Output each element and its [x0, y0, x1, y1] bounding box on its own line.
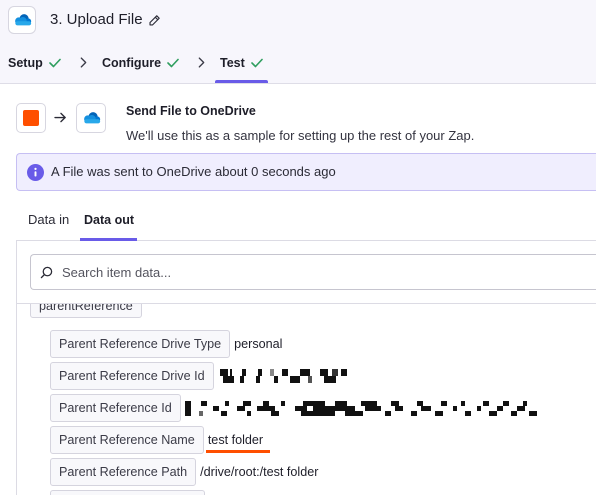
check-icon	[48, 58, 61, 68]
check-icon	[167, 58, 179, 68]
data-value: /drive/root:/test folder	[200, 465, 319, 479]
tab-label: Configure	[102, 56, 162, 70]
success-banner: A File was sent to OneDrive about 0 seco…	[16, 153, 596, 191]
data-key-chip: Parent Reference Path	[50, 458, 197, 486]
pencil-icon	[148, 14, 160, 26]
data-row: Parent Reference Id	[50, 394, 537, 422]
data-key-chip-partial	[50, 490, 205, 495]
search-input[interactable]	[30, 254, 596, 290]
highlighted-value: test folder	[205, 426, 271, 454]
tab-setup[interactable]: Setup	[8, 55, 61, 71]
highlight-underline	[205, 450, 271, 453]
redacted-value	[184, 400, 537, 416]
chevron-right-icon	[80, 57, 87, 68]
step-header: 3. Upload File Setup Configure Test	[0, 0, 596, 84]
chevron-right-icon	[198, 57, 205, 68]
data-group-chip[interactable]: parentReference	[30, 304, 142, 318]
data-tree-viewport[interactable]: parentReference Parent Reference Drive T…	[17, 304, 596, 495]
data-key-chip: Parent Reference Drive Id	[50, 362, 214, 390]
step-title[interactable]: 3. Upload File	[50, 11, 143, 29]
tab-data-out[interactable]: Data out	[84, 212, 134, 228]
data-key-chip: Parent Reference Name	[50, 426, 204, 454]
data-key-chip: Parent Reference Drive Type	[50, 330, 231, 358]
tab-data-in[interactable]: Data in	[28, 212, 69, 228]
tab-label: Test	[220, 56, 245, 70]
arrow-right-icon	[54, 112, 66, 123]
search-icon	[40, 266, 53, 279]
redacted-value	[219, 369, 347, 383]
onedrive-icon	[84, 112, 101, 124]
data-row: Parent Reference Path /drive/root:/test …	[50, 458, 318, 486]
check-icon	[250, 58, 263, 68]
tab-test[interactable]: Test	[220, 55, 263, 71]
data-row: Parent Reference Drive Id	[50, 362, 347, 390]
active-data-tab-indicator	[80, 238, 137, 241]
data-row: Parent Reference Name test folder	[50, 426, 271, 454]
action-app-tile	[76, 103, 106, 133]
tab-label: Setup	[8, 56, 43, 70]
onedrive-icon	[15, 14, 32, 26]
info-icon	[27, 164, 44, 181]
data-key-chip: Parent Reference Id	[50, 394, 181, 422]
active-tab-indicator	[215, 80, 268, 83]
orange-square-icon	[23, 110, 39, 126]
trigger-app-tile	[16, 103, 46, 133]
data-value: personal	[234, 337, 283, 351]
data-row: Parent Reference Drive Type personal	[50, 330, 282, 358]
banner-message: A File was sent to OneDrive about 0 seco…	[51, 164, 336, 179]
edit-title-button[interactable]	[147, 13, 161, 27]
tab-configure[interactable]: Configure	[102, 55, 179, 71]
action-subtitle: We'll use this as a sample for setting u…	[126, 128, 475, 143]
step-app-tile	[8, 6, 36, 34]
action-title: Send File to OneDrive	[126, 104, 256, 118]
data-value: test folder	[207, 433, 264, 447]
